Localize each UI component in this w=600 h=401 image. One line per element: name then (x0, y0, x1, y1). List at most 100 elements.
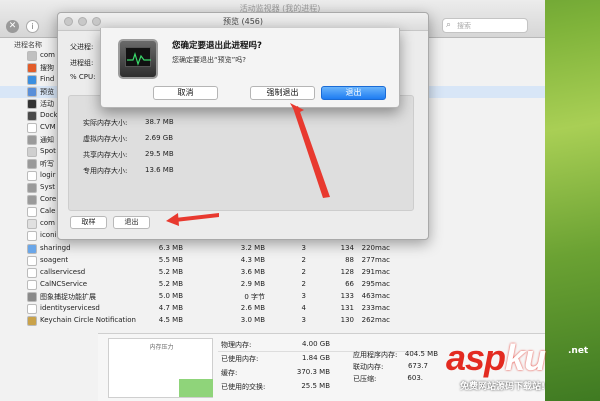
process-icon (27, 316, 37, 326)
process-row[interactable]: 图象捕捉功能扩展 5.0 MB 0 字节 3 133 463 mac (0, 291, 545, 303)
user-cell: mac (375, 280, 390, 288)
process-icon (27, 123, 37, 133)
process-name: 图象捕捉功能扩展 (40, 293, 96, 301)
process-name: sharingd (40, 244, 71, 252)
pid-cell: 291 (361, 268, 375, 276)
process-icon (27, 292, 37, 302)
minimize-window-icon[interactable] (78, 17, 87, 26)
compressed-memory-cell: 3.6 MB (240, 268, 265, 276)
process-name: iconi (40, 231, 57, 239)
process-name: Syst (40, 183, 55, 191)
physical-memory-value: 4.00 GB (301, 340, 330, 348)
compressed-memory-cell: 0 字节 (244, 293, 265, 301)
threads-cell: 2 (301, 280, 306, 288)
process-icon (27, 183, 37, 193)
pid-cell: 220 (361, 244, 375, 252)
cancel-button[interactable]: 取消 (153, 86, 218, 100)
memory-cell: 5.2 MB (158, 280, 183, 288)
process-name: com (40, 51, 55, 59)
quit-process-button[interactable]: 退出 (113, 216, 150, 229)
process-row[interactable]: identityservicesd 4.7 MB 2.6 MB 4 131 233 mac (0, 303, 545, 315)
watermark-subtitle: 免费网站源码下载站! (460, 382, 546, 392)
process-name: Dock (40, 111, 58, 119)
process-icon (27, 87, 37, 97)
pid-cell: 295 (361, 280, 375, 288)
memory-stat-label: 实际内存大小: (83, 119, 128, 127)
info-icon[interactable]: i (26, 20, 39, 33)
pid-cell: 277 (361, 256, 375, 264)
process-name: Spot (40, 147, 56, 155)
process-name: com (40, 219, 55, 227)
process-name: 听写 (40, 160, 54, 168)
process-name: CalNCService (40, 280, 88, 288)
ports-cell: 66 (345, 280, 354, 288)
process-icon (27, 256, 37, 266)
user-cell: mac (375, 304, 390, 312)
memory-cell: 5.0 MB (158, 292, 183, 300)
memory-stat-label: 专用内存大小: (83, 167, 128, 175)
process-row[interactable]: CalNCService 5.2 MB 2.9 MB 2 66 295 mac (0, 279, 545, 291)
ports-cell: 128 (340, 268, 354, 276)
process-name: Cale (40, 207, 56, 215)
compressed-memory-cell: 4.3 MB (240, 256, 265, 264)
process-icon (27, 304, 37, 314)
activity-monitor-app-icon (118, 39, 158, 79)
process-row[interactable]: callservicesd 5.2 MB 3.6 MB 2 128 291 mac (0, 267, 545, 279)
close-window-icon[interactable] (64, 17, 73, 26)
process-name: 搜狗 (40, 64, 54, 72)
wired-memory-label: 联动内存: (353, 363, 384, 371)
cache-label: 缓存: (221, 369, 238, 377)
zoom-window-icon[interactable] (92, 17, 101, 26)
cpu-label: % CPU: (70, 73, 96, 81)
column-header-process-name[interactable]: 进程名称 (14, 40, 42, 50)
compressed-label: 已压缩: (353, 375, 377, 383)
user-cell: mac (375, 244, 390, 252)
swap-used-label: 已使用的交换: (221, 383, 266, 391)
process-icon (27, 244, 37, 254)
pid-cell: 233 (361, 304, 375, 312)
ports-cell: 88 (345, 256, 354, 264)
quit-button[interactable]: 退出 (321, 86, 386, 100)
used-memory-label: 已使用内存: (221, 355, 259, 363)
process-name: 通知 (40, 136, 54, 144)
process-info-title: 预览 (456) (222, 17, 264, 26)
process-icon (27, 195, 37, 205)
memory-stat-label: 虚拟内存大小: (83, 135, 128, 143)
memory-stat-value: 13.6 MB (145, 166, 174, 174)
used-memory-value: 1.84 GB (301, 354, 330, 362)
process-icon (27, 171, 37, 181)
process-name: Core (40, 195, 57, 203)
pid-cell: 463 (361, 292, 375, 300)
dialog-title: 您确定要退出此进程吗? (172, 41, 262, 51)
memory-cell: 4.7 MB (158, 304, 183, 312)
process-icon (27, 147, 37, 157)
process-row[interactable]: Keychain Circle Notification 4.5 MB 3.0 MB… (0, 315, 545, 327)
wired-memory-value: 673.7 (407, 362, 428, 370)
process-icon (27, 111, 37, 121)
search-input[interactable]: ⌕ 搜索 (442, 18, 528, 33)
stop-process-icon[interactable]: ✕ (6, 20, 19, 33)
process-name: callservicesd (40, 268, 86, 276)
cache-value: 370.3 MB (296, 368, 330, 376)
sample-button[interactable]: 取样 (70, 216, 107, 229)
compressed-memory-cell: 3.0 MB (240, 316, 265, 324)
dialog-message: 您确定要退出“预览”吗? (172, 56, 246, 64)
process-group-label: 进程组: (70, 59, 94, 67)
compressed-memory-cell: 2.9 MB (240, 280, 265, 288)
threads-cell: 3 (301, 316, 306, 324)
process-name: 活动 (40, 100, 54, 108)
process-row[interactable]: soagent 5.5 MB 4.3 MB 2 88 277 mac (0, 255, 545, 267)
force-quit-button[interactable]: 强制退出 (250, 86, 315, 100)
memory-pressure-fill (179, 379, 213, 397)
process-icon (27, 159, 37, 169)
process-name: CVM (40, 123, 56, 131)
user-cell: mac (375, 316, 390, 324)
compressed-memory-cell: 2.6 MB (240, 304, 265, 312)
memory-stat-value: 38.7 MB (145, 118, 174, 126)
threads-cell: 3 (301, 244, 306, 252)
memory-stat-value: 29.5 MB (145, 150, 174, 158)
logo-domain: .net (568, 346, 589, 356)
process-icon (27, 207, 37, 217)
process-row[interactable]: sharingd 6.3 MB 3.2 MB 3 134 220 mac (0, 243, 545, 255)
pid-cell: 262 (361, 316, 375, 324)
